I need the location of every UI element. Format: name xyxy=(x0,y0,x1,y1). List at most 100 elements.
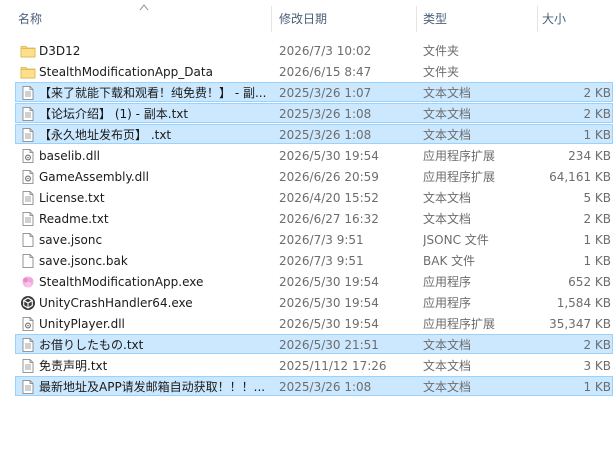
column-header-name[interactable]: 名称 xyxy=(18,0,272,38)
file-date-modified: 2026/7/3 10:02 xyxy=(279,44,372,58)
file-row[interactable]: baselib.dll 2026/5/30 19:54 应用程序扩展 234 KB xyxy=(15,145,613,165)
app-exe-icon xyxy=(20,274,36,290)
file-date-modified: 2026/4/20 15:52 xyxy=(279,191,379,205)
column-header-bar: 名称 修改日期 类型 大小 xyxy=(0,0,615,38)
column-header-size[interactable]: 大小 xyxy=(542,0,612,38)
dll-file-icon xyxy=(20,169,36,185)
file-row[interactable]: お借りしたもの.txt 2026/5/30 21:51 文本文档 2 KB xyxy=(15,334,613,354)
column-header-size-label: 大小 xyxy=(542,12,567,26)
file-row[interactable]: 【永久地址发布页】 .txt 2025/3/26 1:08 文本文档 1 KB xyxy=(15,124,613,144)
column-header-date[interactable]: 修改日期 xyxy=(279,0,417,38)
file-size: 234 KB xyxy=(568,149,611,163)
file-type: 应用程序 xyxy=(423,275,472,289)
file-type: 应用程序扩展 xyxy=(423,149,496,163)
file-row[interactable]: 最新地址及APP请发邮箱自动获取！！！... 2025/3/26 1:08 文本文档… xyxy=(15,376,613,396)
column-divider[interactable] xyxy=(537,6,538,32)
file-size: 1 KB xyxy=(583,380,611,394)
text-file-icon xyxy=(20,85,36,101)
file-type: 文本文档 xyxy=(423,107,472,121)
file-type: 应用程序 xyxy=(423,296,472,310)
file-name: StealthModificationApp_Data xyxy=(39,65,213,79)
blank-file-icon xyxy=(20,253,36,269)
file-date-modified: 2025/3/26 1:08 xyxy=(279,107,372,121)
file-name: 【论坛介绍】 (1) - 副本.txt xyxy=(39,107,189,121)
file-name: License.txt xyxy=(39,191,105,205)
file-size: 2 KB xyxy=(583,338,611,352)
file-date-modified: 2026/7/3 9:51 xyxy=(279,254,364,268)
file-type: 文本文档 xyxy=(423,128,472,142)
text-file-icon xyxy=(20,127,36,143)
file-size xyxy=(534,41,611,61)
file-size: 2 KB xyxy=(583,212,611,226)
file-name: Readme.txt xyxy=(39,212,109,226)
file-name: 最新地址及APP请发邮箱自动获取！！！... xyxy=(39,380,266,394)
file-row[interactable]: StealthModificationApp_Data 2026/6/15 8:4… xyxy=(15,61,613,81)
file-name: baselib.dll xyxy=(39,149,100,163)
text-file-icon xyxy=(20,211,36,227)
file-date-modified: 2026/5/30 19:54 xyxy=(279,317,379,331)
column-header-date-label: 修改日期 xyxy=(279,12,328,26)
file-row[interactable]: Readme.txt 2026/6/27 16:32 文本文档 2 KB xyxy=(15,208,613,228)
file-row[interactable]: GameAssembly.dll 2026/6/26 20:59 应用程序扩展 64,… xyxy=(15,166,613,186)
file-row[interactable]: 【论坛介绍】 (1) - 副本.txt 2025/3/26 1:08 文本文档 2 K… xyxy=(15,103,613,123)
file-row[interactable]: UnityPlayer.dll 2026/5/30 19:54 应用程序扩展 35,3… xyxy=(15,313,613,333)
file-size: 1,584 KB xyxy=(556,296,611,310)
file-row[interactable]: License.txt 2026/4/20 15:52 文本文档 5 KB xyxy=(15,187,613,207)
file-type: 文本文档 xyxy=(423,380,472,394)
file-size: 2 KB xyxy=(583,86,611,100)
file-name: save.jsonc.bak xyxy=(39,254,128,268)
dll-file-icon xyxy=(20,148,36,164)
file-date-modified: 2025/3/26 1:07 xyxy=(279,86,372,100)
file-row[interactable]: 【来了就能下载和观看！纯免费！】 - 副... 2025/3/26 1:07 文本文… xyxy=(15,82,613,102)
unity-icon xyxy=(20,295,36,311)
text-file-icon xyxy=(20,106,36,122)
file-size: 3 KB xyxy=(583,359,611,373)
file-type: 文本文档 xyxy=(423,191,472,205)
file-type: 文本文档 xyxy=(423,212,472,226)
file-size: 1 KB xyxy=(583,128,611,142)
column-header-type[interactable]: 类型 xyxy=(423,0,538,38)
file-name: D3D12 xyxy=(39,44,81,58)
file-date-modified: 2026/6/15 8:47 xyxy=(279,65,372,79)
file-date-modified: 2026/5/30 19:54 xyxy=(279,275,379,289)
file-name: UnityCrashHandler64.exe xyxy=(39,296,193,310)
file-row[interactable]: save.jsonc 2026/7/3 9:51 JSONC 文件 1 KB xyxy=(15,229,613,249)
file-size: 64,161 KB xyxy=(549,170,611,184)
file-date-modified: 2025/3/26 1:08 xyxy=(279,380,372,394)
file-row[interactable]: UnityCrashHandler64.exe 2026/5/30 19:54 应用… xyxy=(15,292,613,312)
file-type: 文本文档 xyxy=(423,338,472,352)
text-file-icon xyxy=(20,379,36,395)
file-name: 【来了就能下载和观看！纯免费！】 - 副... xyxy=(39,86,267,100)
blank-file-icon xyxy=(20,232,36,248)
column-divider[interactable] xyxy=(416,6,417,32)
text-file-icon xyxy=(20,358,36,374)
file-date-modified: 2026/7/3 9:51 xyxy=(279,233,364,247)
file-row[interactable]: 免责声明.txt 2025/11/12 17:26 文本文档 3 KB xyxy=(15,355,613,375)
file-row[interactable]: D3D12 2026/7/3 10:02 文件夹 xyxy=(15,40,613,60)
file-name: お借りしたもの.txt xyxy=(39,338,144,352)
file-name: save.jsonc xyxy=(39,233,103,247)
column-divider[interactable] xyxy=(271,6,272,32)
file-size: 1 KB xyxy=(583,233,611,247)
file-date-modified: 2025/11/12 17:26 xyxy=(279,359,387,373)
file-name: 【永久地址发布页】 .txt xyxy=(39,128,172,142)
file-size: 5 KB xyxy=(583,191,611,205)
file-size: 35,347 KB xyxy=(549,317,611,331)
column-header-name-label: 名称 xyxy=(18,12,43,26)
file-name: StealthModificationApp.exe xyxy=(39,275,204,289)
file-type: 文件夹 xyxy=(423,65,460,79)
file-date-modified: 2026/6/27 16:32 xyxy=(279,212,379,226)
file-row[interactable]: StealthModificationApp.exe 2026/5/30 19:5… xyxy=(15,271,613,291)
file-type: BAK 文件 xyxy=(423,254,476,268)
file-type: 文本文档 xyxy=(423,86,472,100)
file-name: 免责声明.txt xyxy=(39,359,108,373)
folder-icon xyxy=(20,43,36,59)
text-file-icon xyxy=(20,190,36,206)
file-type: 应用程序扩展 xyxy=(423,317,496,331)
file-row[interactable]: save.jsonc.bak 2026/7/3 9:51 BAK 文件 1 KB xyxy=(15,250,613,270)
file-size: 2 KB xyxy=(583,107,611,121)
column-header-type-label: 类型 xyxy=(423,12,448,26)
folder-icon xyxy=(20,64,36,80)
file-type: JSONC 文件 xyxy=(423,233,489,247)
file-date-modified: 2026/5/30 19:54 xyxy=(279,296,379,310)
